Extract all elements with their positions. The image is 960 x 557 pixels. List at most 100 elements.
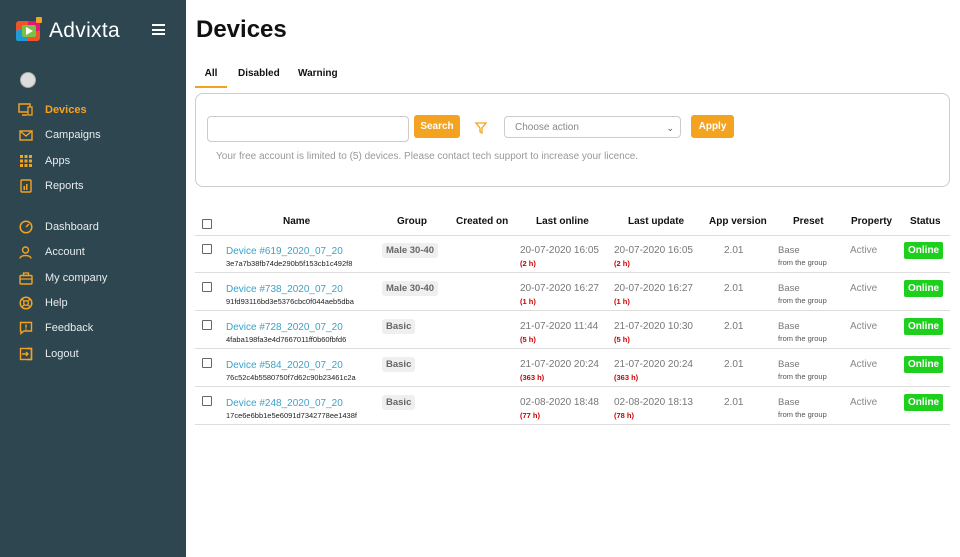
sidebar-item-logout[interactable]: Logout bbox=[18, 344, 79, 364]
sidebar-item-help[interactable]: Help bbox=[18, 293, 68, 313]
tab-disabled[interactable]: Disabled bbox=[238, 64, 280, 86]
advixta-logo-icon bbox=[14, 16, 44, 46]
col-last-update[interactable]: Last update bbox=[628, 216, 684, 227]
group-badge: Basic bbox=[382, 395, 416, 410]
monitor-icon bbox=[18, 103, 33, 118]
app-version-value: 2.01 bbox=[724, 359, 744, 370]
last-online-ago: (5 h) bbox=[520, 335, 536, 344]
envelope-icon bbox=[18, 128, 33, 143]
col-preset[interactable]: Preset bbox=[793, 216, 824, 227]
last-online-ago: (363 h) bbox=[520, 373, 545, 382]
page-title: Devices bbox=[196, 16, 287, 43]
status-badge: Online bbox=[904, 356, 944, 373]
table-row[interactable]: Device #738_2020_07_20 91fd93116bd3e5376c… bbox=[195, 273, 950, 311]
filter-icon[interactable] bbox=[474, 121, 488, 135]
preset-source: from the group bbox=[778, 258, 827, 267]
col-name[interactable]: Name bbox=[283, 216, 310, 227]
col-app-version[interactable]: App version bbox=[709, 216, 767, 227]
table-row[interactable]: Device #728_2020_07_20 4faba198fa3e4d7667… bbox=[195, 311, 950, 349]
lifebuoy-icon bbox=[18, 296, 33, 311]
row-checkbox[interactable] bbox=[202, 396, 212, 406]
device-hash: 76c52c4b5580750f7d62c90b23461c2a bbox=[226, 373, 356, 382]
action-select[interactable]: Choose action ⌄ bbox=[504, 116, 681, 138]
report-icon bbox=[18, 179, 33, 194]
table-row[interactable]: Device #619_2020_07_20 3e7a7b38fb74de290b… bbox=[195, 235, 950, 273]
last-update-ago: (78 h) bbox=[614, 411, 635, 420]
briefcase-icon bbox=[18, 271, 33, 286]
status-badge: Online bbox=[904, 394, 944, 411]
sidebar-item-account[interactable]: Account bbox=[18, 242, 85, 262]
sidebar-item-my-company[interactable]: My company bbox=[18, 268, 107, 288]
device-name-link[interactable]: Device #728_2020_07_20 bbox=[226, 322, 343, 333]
filter-panel: Search Choose action ⌄ Apply Your free a… bbox=[195, 93, 950, 187]
last-online-value: 20-07-2020 16:05 bbox=[520, 245, 599, 256]
group-badge: Basic bbox=[382, 357, 416, 372]
sidebar-item-label: Logout bbox=[45, 348, 79, 360]
apply-button[interactable]: Apply bbox=[691, 115, 734, 138]
tab-warning[interactable]: Warning bbox=[298, 64, 338, 86]
sidebar-item-feedback[interactable]: Feedback bbox=[18, 318, 93, 338]
row-checkbox[interactable] bbox=[202, 358, 212, 368]
search-button[interactable]: Search bbox=[414, 115, 460, 138]
sidebar-item-label: Reports bbox=[45, 180, 84, 192]
app-version-value: 2.01 bbox=[724, 245, 744, 256]
row-checkbox[interactable] bbox=[202, 320, 212, 330]
gauge-icon bbox=[18, 220, 33, 235]
property-value: Active bbox=[850, 321, 878, 332]
sidebar-item-label: Dashboard bbox=[45, 221, 99, 233]
last-update-value: 21-07-2020 10:30 bbox=[614, 321, 693, 332]
last-online-value: 21-07-2020 11:44 bbox=[520, 321, 599, 332]
brand[interactable]: Advixta bbox=[14, 16, 120, 46]
last-online-value: 21-07-2020 20:24 bbox=[520, 359, 599, 370]
preset-source: from the group bbox=[778, 410, 827, 419]
app-version-value: 2.01 bbox=[724, 397, 744, 408]
last-update-ago: (2 h) bbox=[614, 259, 630, 268]
search-input[interactable] bbox=[207, 116, 409, 142]
sidebar-item-reports[interactable]: Reports bbox=[18, 176, 84, 196]
row-checkbox[interactable] bbox=[202, 282, 212, 292]
sidebar-item-dashboard[interactable]: Dashboard bbox=[18, 217, 99, 237]
status-badge: Online bbox=[904, 242, 944, 259]
col-created-on[interactable]: Created on bbox=[456, 216, 508, 227]
tab-all[interactable]: All bbox=[195, 64, 227, 88]
sidebar-item-campaigns[interactable]: Campaigns bbox=[18, 125, 101, 145]
table-row[interactable]: Device #248_2020_07_20 17ce6e6bb1e5e6091d… bbox=[195, 387, 950, 425]
preset-source: from the group bbox=[778, 296, 827, 305]
col-status[interactable]: Status bbox=[910, 216, 941, 227]
app-name: Advixta bbox=[49, 19, 120, 42]
col-group[interactable]: Group bbox=[397, 216, 427, 227]
col-last-online[interactable]: Last online bbox=[536, 216, 589, 227]
device-hash: 4faba198fa3e4d7667011ff0b60fbfd6 bbox=[226, 335, 347, 344]
sidebar-item-devices[interactable]: Devices bbox=[18, 100, 87, 120]
sidebar-item-label: Help bbox=[45, 297, 68, 309]
sidebar-item-apps[interactable]: Apps bbox=[18, 151, 70, 171]
sidebar-item-label: Apps bbox=[45, 155, 71, 167]
status-badge: Online bbox=[904, 280, 944, 297]
chevron-down-icon: ⌄ bbox=[666, 123, 674, 133]
last-online-ago: (2 h) bbox=[520, 259, 536, 268]
device-name-link[interactable]: Device #248_2020_07_20 bbox=[226, 398, 343, 409]
last-update-ago: (363 h) bbox=[614, 373, 639, 382]
device-name-link[interactable]: Device #738_2020_07_20 bbox=[226, 284, 343, 295]
select-all-checkbox[interactable] bbox=[202, 219, 212, 229]
property-value: Active bbox=[850, 359, 878, 370]
col-property[interactable]: Property bbox=[851, 216, 892, 227]
preset-value: Base bbox=[778, 397, 800, 408]
menu-toggle-icon[interactable] bbox=[152, 24, 165, 35]
last-update-value: 21-07-2020 20:24 bbox=[614, 359, 693, 370]
table-row[interactable]: Device #584_2020_07_20 76c52c4b5580750f7d… bbox=[195, 349, 950, 387]
group-badge: Male 30-40 bbox=[382, 281, 439, 296]
device-name-link[interactable]: Device #584_2020_07_20 bbox=[226, 360, 343, 371]
device-name-link[interactable]: Device #619_2020_07_20 bbox=[226, 246, 343, 257]
row-checkbox[interactable] bbox=[202, 244, 212, 254]
property-value: Active bbox=[850, 397, 878, 408]
property-value: Active bbox=[850, 283, 878, 294]
preset-source: from the group bbox=[778, 372, 827, 381]
preset-value: Base bbox=[778, 283, 800, 294]
sidebar-item-label: Feedback bbox=[45, 322, 94, 334]
grid-icon bbox=[18, 154, 33, 169]
device-hash: 91fd93116bd3e5376cbc0f044aeb5dba bbox=[226, 297, 354, 306]
sidebar-item-label: Devices bbox=[45, 104, 87, 116]
sidebar-item-label: Campaigns bbox=[45, 129, 101, 141]
avatar[interactable] bbox=[20, 72, 36, 88]
